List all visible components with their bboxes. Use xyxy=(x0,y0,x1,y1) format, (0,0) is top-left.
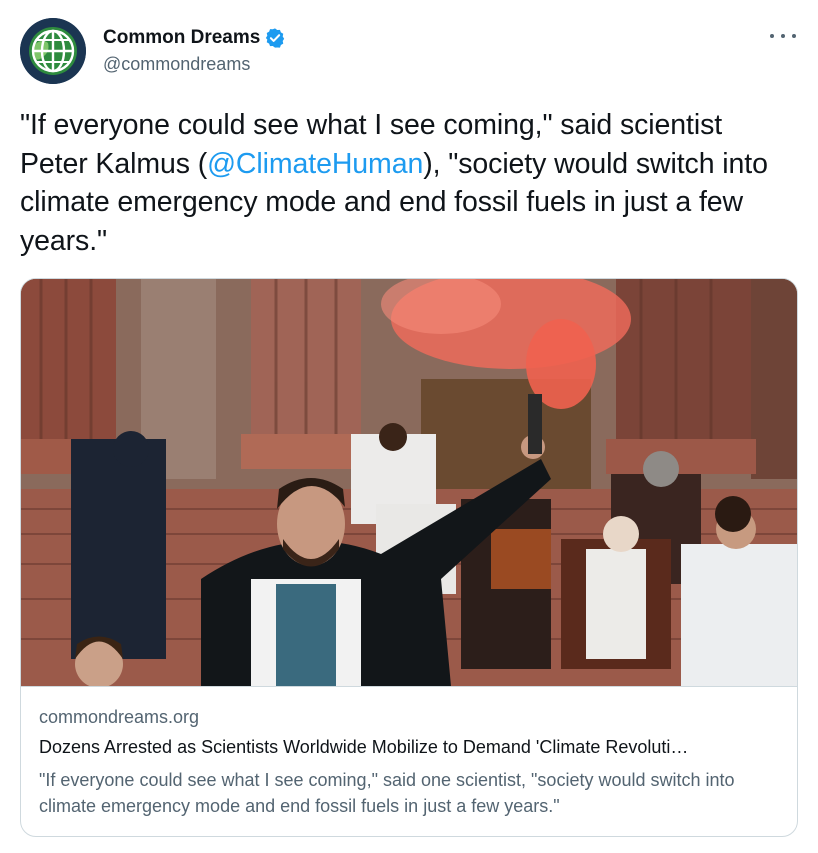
verified-badge-icon xyxy=(266,28,285,48)
mention-link[interactable]: @ClimateHuman xyxy=(207,148,423,180)
card-title[interactable]: Dozens Arrested as Scientists Worldwide … xyxy=(39,737,784,758)
globe-logo-icon xyxy=(20,18,86,84)
more-options-icon[interactable] xyxy=(770,26,796,46)
card-meta: commondreams.org Dozens Arrested as Scie… xyxy=(21,686,797,836)
tweet-text: "If everyone could see what I see coming… xyxy=(20,106,790,260)
card-image[interactable] xyxy=(21,279,797,686)
avatar[interactable] xyxy=(20,18,86,84)
card-description: "If everyone could see what I see coming… xyxy=(39,770,735,816)
protest-photo xyxy=(21,279,797,686)
handle[interactable]: @commondreams xyxy=(103,54,286,75)
author-info: Common Dreams @commondreams xyxy=(103,26,286,75)
link-card[interactable]: commondreams.org Dozens Arrested as Scie… xyxy=(20,278,798,837)
tweet-header: Common Dreams @commondreams xyxy=(20,18,798,84)
display-name[interactable]: Common Dreams xyxy=(103,27,260,49)
card-domain: commondreams.org xyxy=(39,707,200,727)
